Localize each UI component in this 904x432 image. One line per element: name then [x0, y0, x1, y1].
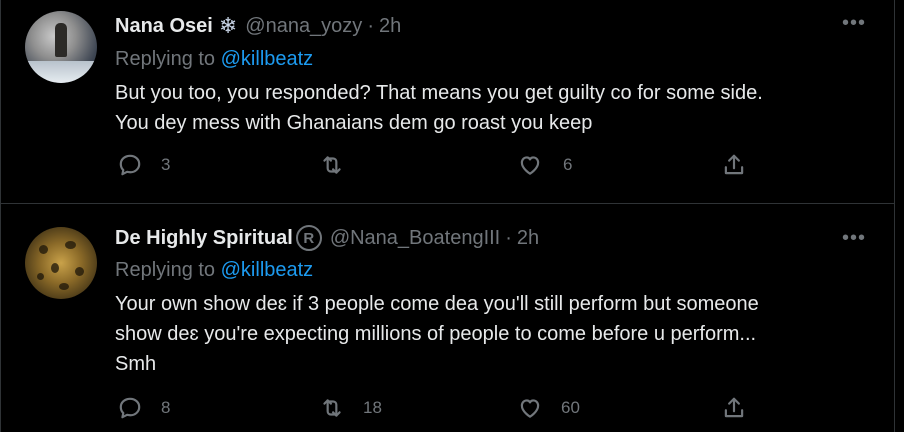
avatar-pattern	[51, 263, 59, 273]
avatar-pattern	[65, 241, 76, 249]
reply-button[interactable]: 3	[117, 152, 170, 178]
avatar-pattern	[75, 267, 84, 276]
avatar-pattern	[37, 273, 44, 280]
avatar[interactable]	[25, 11, 97, 83]
tweet[interactable]: De Highly Spiritual R @Nana_BoatengIII ·…	[1, 205, 894, 432]
like-icon	[520, 156, 540, 175]
registered-icon: R	[295, 225, 322, 251]
tweet-header: Nana Osei ❄ @nana_yozy · 2h	[115, 13, 401, 39]
share-icon	[724, 397, 744, 418]
display-name[interactable]: De Highly Spiritual	[115, 227, 293, 250]
user-handle[interactable]: @nana_yozy	[245, 15, 362, 38]
share-icon	[724, 154, 744, 175]
share-button[interactable]	[721, 152, 747, 178]
tweet-text-line: Your own show deɛ if 3 people come dea y…	[115, 293, 759, 315]
reply-count: 8	[161, 398, 171, 417]
replying-to-mention[interactable]: @killbeatz	[221, 259, 314, 281]
timeline-column: Nana Osei ❄ @nana_yozy · 2h ••• Replying…	[0, 0, 895, 432]
tweet-text: But you too, you responded? That means y…	[115, 78, 875, 138]
more-icon[interactable]: •••	[842, 227, 866, 250]
retweet-button[interactable]	[319, 152, 363, 178]
tweet-text: Your own show deɛ if 3 people come dea y…	[115, 289, 875, 379]
tweet-text-line: show deɛ you're expecting millions of pe…	[115, 323, 757, 345]
tweet-header: De Highly Spiritual R @Nana_BoatengIII ·…	[115, 225, 539, 251]
avatar-road	[25, 61, 97, 83]
reply-icon	[119, 397, 141, 419]
avatar-figure	[55, 23, 67, 57]
avatar-pattern	[39, 245, 48, 254]
retweet-button[interactable]: 18	[319, 395, 382, 421]
avatar-pattern	[59, 283, 69, 290]
like-button[interactable]: 60	[517, 395, 580, 421]
user-handle[interactable]: @Nana_BoatengIII	[330, 227, 500, 250]
retweet-icon	[323, 156, 341, 174]
like-count: 60	[561, 398, 580, 417]
reply-button[interactable]: 8	[117, 395, 170, 421]
tweet-text-line: Smh	[115, 353, 157, 375]
share-button[interactable]	[721, 395, 747, 421]
retweet-count: 18	[363, 398, 382, 417]
separator-dot: ·	[367, 14, 374, 37]
replying-to-mention[interactable]: @killbeatz	[221, 48, 314, 70]
separator-dot: ·	[505, 226, 512, 249]
reply-count: 3	[161, 155, 171, 174]
replying-to: Replying to @killbeatz	[115, 259, 313, 282]
like-count: 6	[563, 155, 573, 174]
timestamp[interactable]: 2h	[517, 227, 539, 250]
tweet[interactable]: Nana Osei ❄ @nana_yozy · 2h ••• Replying…	[1, 0, 894, 204]
snowflake-icon: ❄	[218, 13, 238, 38]
replying-to: Replying to @killbeatz	[115, 48, 313, 71]
replying-to-label: Replying to	[115, 48, 216, 70]
tweet-actions: 3 6	[115, 152, 755, 182]
reply-icon	[119, 154, 141, 176]
retweet-icon	[323, 399, 341, 417]
avatar[interactable]	[25, 227, 97, 299]
tweet-text-line: But you too, you responded? That means y…	[115, 82, 763, 104]
tweet-text-line: You dey mess with Ghanaians dem go roast…	[115, 112, 593, 134]
replying-to-label: Replying to	[115, 259, 216, 281]
like-icon	[520, 399, 540, 418]
tweet-actions: 8 18 60	[115, 395, 755, 425]
timestamp[interactable]: 2h	[379, 15, 401, 38]
display-name[interactable]: Nana Osei	[115, 15, 213, 38]
like-button[interactable]: 6	[517, 152, 572, 178]
more-icon[interactable]: •••	[842, 12, 866, 35]
